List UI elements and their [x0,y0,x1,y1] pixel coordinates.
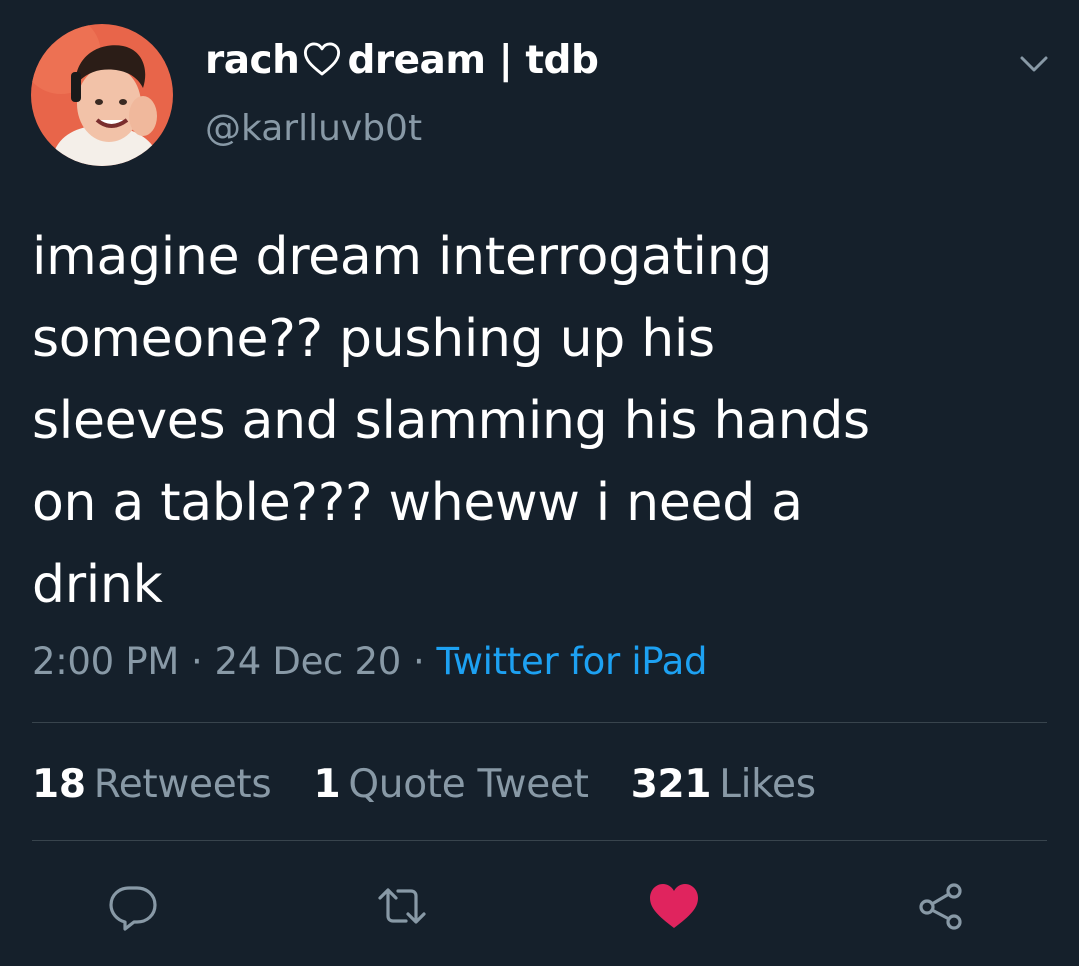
tweet-source[interactable]: Twitter for iPad [437,640,708,683]
user-handle[interactable]: @karlluvb0t [205,108,422,149]
retweets-count: 18 [32,762,86,807]
avatar-image [31,24,173,166]
chevron-down-icon[interactable] [1012,46,1056,80]
reply-icon[interactable] [105,878,161,934]
likes-stat[interactable]: 321 Likes [631,762,816,807]
tweet-stats: 18 Retweets 1 Quote Tweet 321 Likes [32,762,846,807]
likes-count: 321 [630,762,712,807]
display-name[interactable]: rach dream | tdb [205,38,599,87]
likes-label: Likes [719,762,816,807]
tweet-detail: rach dream | tdb @karlluvb0t imagine drea… [0,0,1079,966]
share-icon[interactable] [914,878,970,934]
retweets-stat[interactable]: 18 Retweets [32,762,272,807]
avatar[interactable] [31,24,173,166]
quotes-stat[interactable]: 1 Quote Tweet [314,762,589,807]
display-name-part2: dream | tdb [347,38,599,83]
meta-separator: · [413,640,425,683]
tweet-text: imagine dream interrogating someone?? pu… [32,227,870,615]
tweet-time[interactable]: 2:00 PM [32,640,179,683]
quotes-label: Quote Tweet [348,762,589,807]
tweet-metadata: 2:00 PM · 24 Dec 20 · Twitter for iPad [32,640,708,683]
heart-outline-icon [303,41,341,87]
tweet-date[interactable]: 24 Dec 20 [214,640,401,683]
display-name-part1: rach [205,38,300,83]
meta-separator: · [190,640,203,683]
divider [32,722,1047,723]
quotes-count: 1 [313,762,341,807]
divider [32,840,1047,841]
retweets-label: Retweets [93,762,272,807]
retweet-icon[interactable] [374,878,430,934]
heart-filled-icon[interactable] [646,878,702,934]
